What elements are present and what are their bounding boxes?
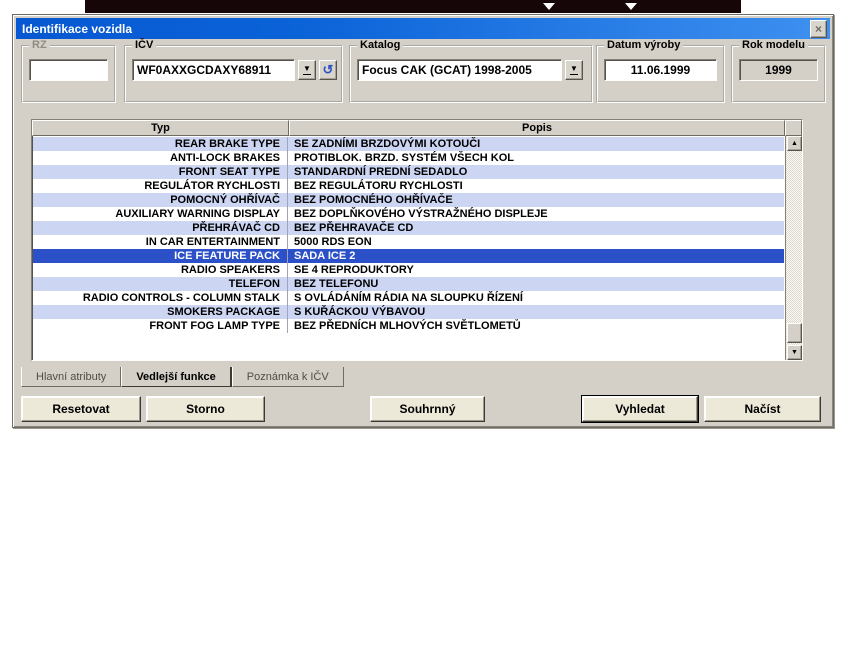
- tab-poznamka-k-icv[interactable]: Poznámka k IČV: [232, 367, 344, 387]
- rz-group: RZ: [21, 45, 116, 103]
- chevron-down-icon: ▼: [303, 65, 311, 75]
- close-icon[interactable]: ×: [810, 20, 827, 38]
- background-arrow-icon: [543, 3, 555, 10]
- rz-label: RZ: [29, 39, 50, 51]
- katalog-group: Katalog ▼: [349, 45, 593, 103]
- vertical-scrollbar[interactable]: ▲ ▼: [785, 136, 802, 360]
- table-row[interactable]: FRONT FOG LAMP TYPEBEZ PŘEDNÍCH MLHOVÝCH…: [33, 319, 784, 333]
- background-arrow-icon: [625, 3, 637, 10]
- table-row[interactable]: SMOKERS PACKAGES KUŘÁCKOU VÝBAVOU: [33, 305, 784, 319]
- attributes-table: Typ Popis REAR BRAKE TYPESE ZADNÍMI BRZD…: [31, 119, 803, 361]
- table-row[interactable]: FRONT SEAT TYPESTANDARDNÍ PREDNÍ SEDADLO: [33, 165, 784, 179]
- table-row[interactable]: RADIO SPEAKERSSE 4 REPRODUKTORY: [33, 263, 784, 277]
- dialog-title: Identifikace vozidla: [22, 22, 132, 36]
- chevron-down-icon: ▼: [570, 65, 578, 75]
- model-year-group: Rok modelu 1999: [731, 45, 826, 103]
- nacist-button[interactable]: Načíst: [704, 396, 821, 422]
- resetovat-button[interactable]: Resetovat: [21, 396, 141, 422]
- icv-label: IČV: [132, 39, 156, 51]
- katalog-label: Katalog: [357, 39, 403, 51]
- vehicle-identification-dialog: Identifikace vozidla × RZ IČV ▼ ↺ Katalo…: [12, 14, 834, 428]
- model-year-label: Rok modelu: [739, 39, 808, 51]
- icv-input[interactable]: [132, 59, 295, 81]
- table-row[interactable]: PŘEHRÁVAČ CDBEZ PŘEHRAVAČE CD: [33, 221, 784, 235]
- icv-reload-button[interactable]: ↺: [319, 60, 337, 80]
- table-row-selected[interactable]: ICE FEATURE PACKSADA ICE 2: [33, 249, 784, 263]
- column-header-popis[interactable]: Popis: [289, 120, 785, 136]
- table-row[interactable]: REGULÁTOR RYCHLOSTIBEZ REGULÁTORU RYCHLO…: [33, 179, 784, 193]
- production-date-label: Datum výroby: [604, 39, 683, 51]
- model-year-value: 1999: [739, 59, 818, 81]
- katalog-input[interactable]: [357, 59, 562, 81]
- scroll-up-icon[interactable]: ▲: [787, 136, 802, 151]
- table-row[interactable]: ANTI-LOCK BRAKESPROTIBLOK. BRZD. SYSTÉM …: [33, 151, 784, 165]
- souhrnny-button[interactable]: Souhrnný: [370, 396, 485, 422]
- titlebar[interactable]: Identifikace vozidla ×: [16, 18, 830, 39]
- table-row[interactable]: IN CAR ENTERTAINMENT5000 RDS EON: [33, 235, 784, 249]
- icv-group: IČV ▼ ↺: [124, 45, 343, 103]
- table-body: REAR BRAKE TYPESE ZADNÍMI BRZDOVÝMI KOTO…: [33, 137, 784, 333]
- table-row[interactable]: POMOCNÝ OHŘÍVAČBEZ POMOCNÉHO OHŘÍVAČE: [33, 193, 784, 207]
- scroll-down-icon[interactable]: ▼: [787, 345, 802, 360]
- scrollbar-thumb[interactable]: [787, 323, 802, 343]
- table-row[interactable]: AUXILIARY WARNING DISPLAYBEZ DOPLŇKOVÉHO…: [33, 207, 784, 221]
- table-row[interactable]: REAR BRAKE TYPESE ZADNÍMI BRZDOVÝMI KOTO…: [33, 137, 784, 151]
- tab-strip: Hlavní atributy Vedlejší funkce Poznámka…: [21, 367, 344, 387]
- column-header-typ[interactable]: Typ: [32, 120, 289, 136]
- storno-button[interactable]: Storno: [146, 396, 265, 422]
- icv-dropdown-button[interactable]: ▼: [298, 60, 316, 80]
- background-window-edge: [85, 0, 741, 13]
- table-row[interactable]: RADIO CONTROLS - COLUMN STALKS OVLÁDÁNÍM…: [33, 291, 784, 305]
- production-date-group: Datum výroby 11.06.1999: [596, 45, 725, 103]
- tab-hlavni-atributy[interactable]: Hlavní atributy: [21, 367, 121, 387]
- table-row[interactable]: TELEFONBEZ TELEFONU: [33, 277, 784, 291]
- column-header-stub: [785, 120, 802, 136]
- tab-vedlejsi-funkce[interactable]: Vedlejší funkce: [121, 367, 231, 387]
- rz-input[interactable]: [29, 59, 108, 81]
- table-header: Typ Popis: [32, 120, 802, 136]
- production-date-value: 11.06.1999: [604, 59, 717, 81]
- vyhledat-button[interactable]: Vyhledat: [582, 396, 698, 422]
- katalog-dropdown-button[interactable]: ▼: [565, 60, 583, 80]
- undo-icon: ↺: [323, 65, 334, 75]
